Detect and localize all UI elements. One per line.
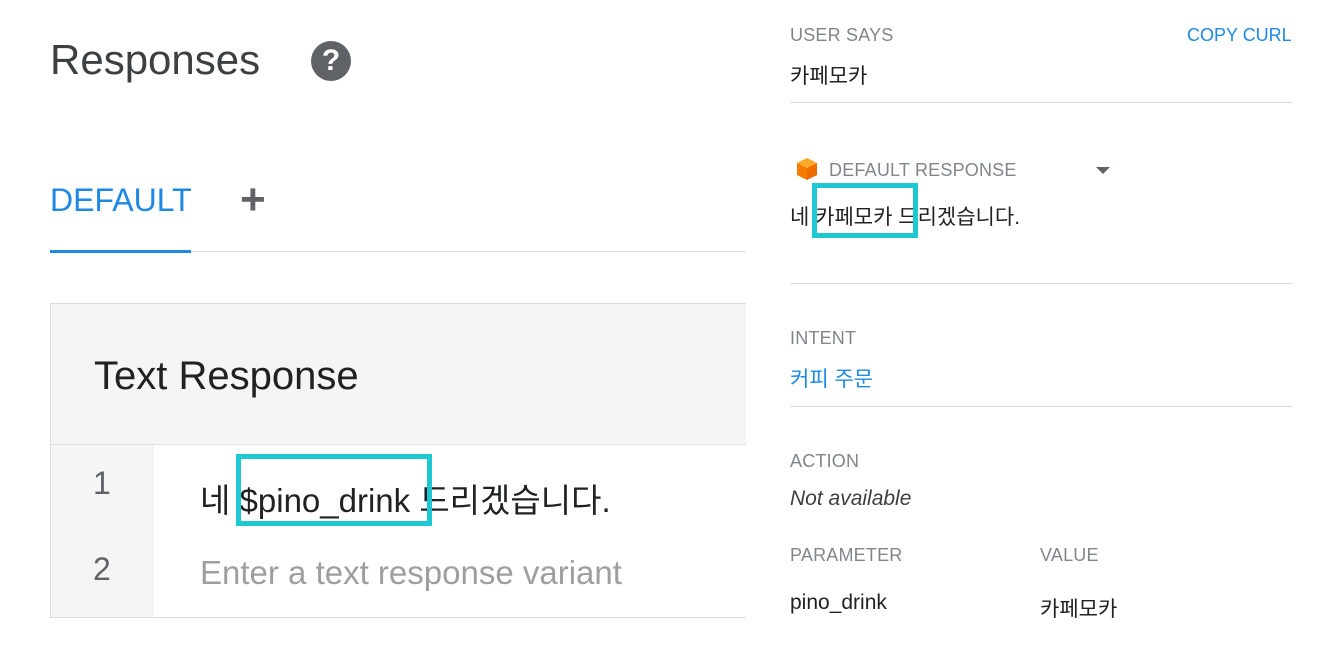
value-highlight-box	[812, 183, 918, 238]
page-title: Responses	[50, 36, 261, 83]
chevron-down-icon[interactable]	[1096, 167, 1110, 174]
parameter-name: pino_drink	[790, 591, 887, 614]
row-index: 2	[93, 551, 111, 587]
parameter-highlight-box	[236, 454, 432, 526]
responses-editor-pane: Responses ? DEFAULT + Text Response 1 2 …	[0, 0, 747, 661]
parameter-column-header: PARAMETER	[790, 545, 903, 565]
intent-label: INTENT	[790, 328, 857, 348]
plus-icon[interactable]: +	[240, 178, 266, 222]
orange-cube-icon	[797, 158, 817, 180]
parameter-value: 카페모카	[1040, 598, 1118, 621]
action-label: ACTION	[790, 451, 860, 471]
divider	[790, 102, 1292, 103]
response-text-prefix: 네	[200, 482, 240, 519]
card-title: Text Response	[94, 354, 359, 398]
row-index: 1	[93, 465, 111, 501]
test-console-panel: USER SAYS COPY CURL 카페모카 DEFAULT RESPONS…	[746, 0, 1325, 661]
active-tab-indicator	[50, 250, 191, 253]
divider	[790, 406, 1292, 407]
default-response-label: DEFAULT RESPONSE	[829, 160, 1017, 180]
question-circle-icon[interactable]: ?	[311, 41, 351, 81]
response-text-suffix: 드리겠습니다.	[410, 482, 611, 519]
tab-default[interactable]: DEFAULT	[50, 182, 192, 219]
action-value: Not available	[790, 487, 912, 510]
divider	[790, 283, 1292, 284]
text-response-variant-input[interactable]: Enter a text response variant	[200, 554, 622, 592]
user-says-label: USER SAYS	[790, 25, 894, 45]
user-says-value: 카페모카	[790, 65, 868, 88]
copy-curl-link[interactable]: COPY CURL	[1187, 25, 1292, 46]
intent-link[interactable]: 커피 주문	[790, 363, 873, 393]
card-header: Text Response	[51, 304, 747, 445]
value-column-header: VALUE	[1040, 545, 1099, 565]
